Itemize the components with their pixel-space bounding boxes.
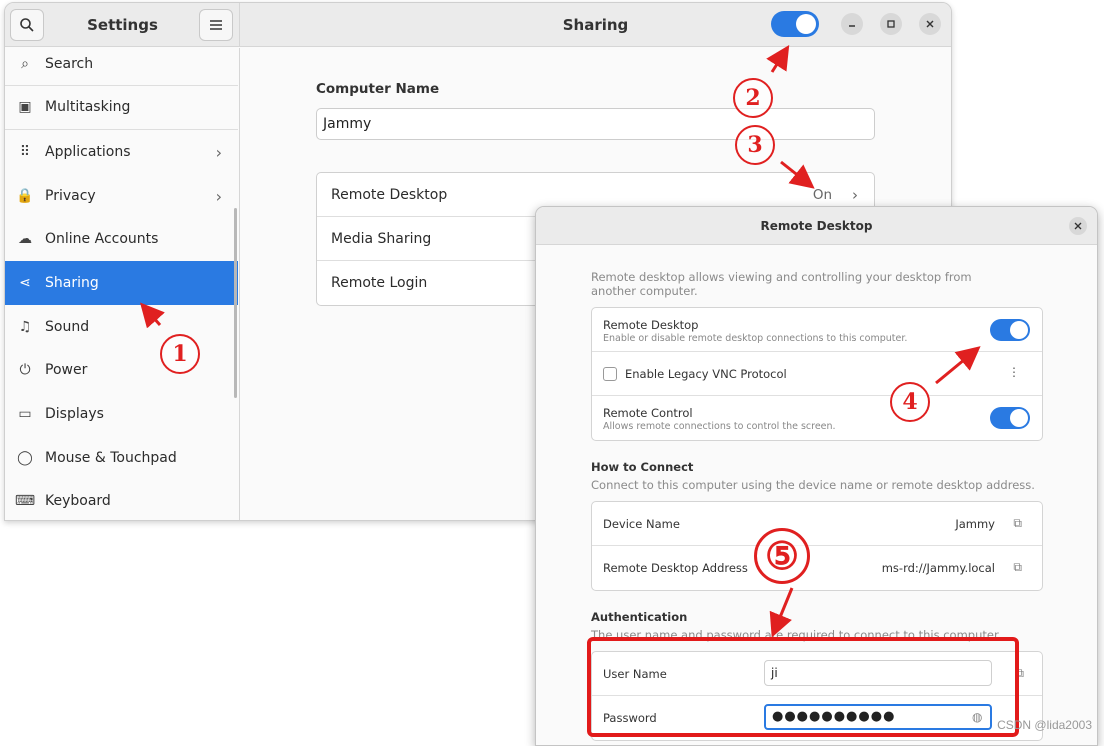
remote-desktop-toggle[interactable] [990,319,1030,341]
annotation-step-1: 1 [160,334,200,374]
annotation-step-3: 3 [735,125,775,165]
sidebar-item-keyboard[interactable]: ⌨ Keyboard [5,479,238,520]
annotation-step-4: 4 [890,382,930,422]
dialog-intro: Remote desktop allows viewing and contro… [591,270,972,298]
sidebar-item-privacy[interactable]: 🔒 Privacy › [5,174,238,218]
dialog-close-button[interactable] [1069,217,1087,235]
display-icon: ▭ [18,406,32,422]
legacy-vnc-checkbox[interactable] [603,367,617,381]
sidebar-item-label: Applications [45,144,131,160]
remote-address-label: Remote Desktop Address [603,561,748,575]
sharing-row-label: Remote Desktop [331,186,448,203]
sidebar-item-mouse-touchpad[interactable]: ◯ Mouse & Touchpad [5,436,238,480]
remote-desktop-title: Remote Desktop [603,318,699,332]
sidebar-item-label: Multitasking [45,99,131,115]
chevron-right-icon: › [852,185,858,204]
connection-info: Device Name Jammy ⧉ Remote Desktop Addre… [591,501,1043,591]
minimize-button[interactable] [841,13,863,35]
sidebar-item-power[interactable]: ⏻ Power [5,348,238,392]
remote-control-subtitle: Allows remote connections to control the… [603,421,836,432]
sidebar-item-displays[interactable]: ▭ Displays [5,392,238,436]
close-icon [1074,222,1082,230]
sidebar-item-label: Power [45,362,88,378]
sidebar-item-label: Search [45,56,94,72]
computer-name-label: Computer Name [316,81,440,97]
device-name-value: Jammy [955,517,995,531]
remote-address-row: Remote Desktop Address ms-rd://Jammy.loc… [592,546,1042,590]
close-icon [926,20,934,28]
power-icon: ⏻ [19,362,31,378]
sharing-row-label: Remote Login [331,275,428,291]
mouse-icon: ◯ [17,450,33,466]
hamburger-icon [210,20,222,30]
sidebar-separator [5,129,238,130]
watermark: CSDN @lida2003 [997,718,1092,732]
annotation-step-5: ⑤ [754,528,810,584]
how-to-connect-title: How to Connect [591,460,694,474]
minimize-icon [849,25,855,27]
remote-control-toggle[interactable] [990,407,1030,429]
sidebar-item-label: Privacy [45,188,96,204]
remote-desktop-row: Remote Desktop Enable or disable remote … [592,308,1042,352]
close-button[interactable] [919,13,941,35]
remote-desktop-status: On [812,186,832,203]
sidebar-item-search[interactable]: ⌕ Search [5,42,238,86]
sidebar-header: Settings [5,3,240,47]
maximize-icon [887,20,895,28]
lock-icon: 🔒 [16,188,34,204]
menu-button[interactable] [199,9,233,41]
maximize-button[interactable] [880,13,902,35]
legacy-vnc-label: Enable Legacy VNC Protocol [625,367,787,381]
computer-name-field[interactable]: Jammy [316,108,875,140]
sidebar-item-multitasking[interactable]: ▣ Multitasking [5,85,238,129]
sidebar-item-label: Sound [45,319,90,335]
cloud-icon: ☁ [18,231,32,247]
annotation-highlight-box [587,637,1019,737]
sidebar-item-applications[interactable]: ⠿ Applications › [5,130,238,174]
more-options-icon[interactable]: ⋮ [1008,365,1020,379]
remote-control-title: Remote Control [603,406,693,420]
sidebar-item-label: Keyboard [45,493,111,509]
chevron-right-icon: › [215,186,222,206]
sharing-row-label: Media Sharing [331,230,432,247]
authentication-title: Authentication [591,610,688,624]
dialog-title: Remote Desktop [760,219,873,233]
device-name-label: Device Name [603,517,680,531]
main-header: Sharing [240,3,951,47]
share-icon: ⋖ [19,275,31,291]
sidebar-item-sharing[interactable]: ⋖ Sharing [5,261,238,305]
copy-icon[interactable]: ⧉ [1013,560,1022,575]
search-icon: ⌕ [21,56,29,72]
sidebar-item-label: Sharing [45,275,99,291]
sharing-master-toggle[interactable] [771,11,819,37]
annotation-step-5-label: ⑤ [764,533,800,578]
sidebar-separator [5,85,238,86]
sidebar-item-sound[interactable]: ♫ Sound [5,305,238,349]
device-name-row: Device Name Jammy ⧉ [592,502,1042,546]
legacy-vnc-row: Enable Legacy VNC Protocol ⋮ [592,352,1042,396]
dialog-header: Remote Desktop [536,207,1097,245]
how-to-connect-subtitle: Connect to this computer using the devic… [591,478,1035,492]
remote-desktop-subtitle: Enable or disable remote desktop connect… [603,333,908,344]
sidebar-scrollbar[interactable] [234,208,237,398]
apps-grid-icon: ⠿ [19,144,31,160]
remote-address-value: ms-rd://Jammy.local [881,561,995,575]
annotation-step-2: 2 [733,78,773,118]
sidebar-item-online-accounts[interactable]: ☁ Online Accounts [5,217,238,261]
chevron-right-icon: › [215,142,222,162]
sidebar-item-label: Online Accounts [45,231,159,247]
keyboard-icon: ⌨ [14,493,36,509]
remote-control-row: Remote Control Allows remote connections… [592,396,1042,440]
copy-icon[interactable]: ⧉ [1013,516,1022,531]
sidebar-item-label: Mouse & Touchpad [45,450,177,466]
sidebar-item-label: Displays [45,406,104,422]
music-note-icon: ♫ [18,319,32,335]
remote-desktop-options: Remote Desktop Enable or disable remote … [591,307,1043,441]
sidebar: ⌕ Search ▣ Multitasking ⠿ Applications › 🔒 Priva… [5,48,240,520]
multitasking-icon: ▣ [18,99,32,115]
